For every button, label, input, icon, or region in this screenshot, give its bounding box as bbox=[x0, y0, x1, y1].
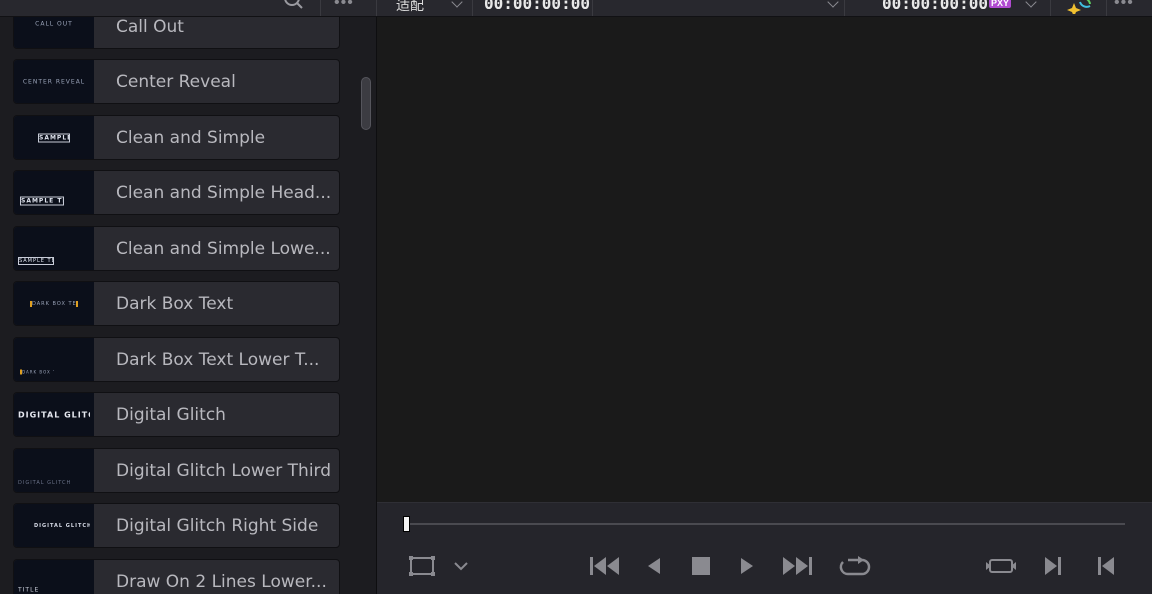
effect-thumbnail: DIGITAL GLITCH bbox=[14, 393, 94, 436]
effect-thumbnail: TITLE bbox=[14, 560, 94, 594]
color-section bbox=[1050, 0, 1107, 16]
play-icon[interactable] bbox=[732, 551, 762, 581]
toolbar-left-section bbox=[0, 0, 321, 16]
thumbnail-text: DIGITAL GLITCH bbox=[18, 479, 72, 486]
list-item[interactable]: DIGITAL GLITCH Digital Glitch Right Side bbox=[13, 503, 340, 548]
jump-to-start-icon[interactable] bbox=[588, 551, 622, 581]
effect-thumbnail: SAMPLE TEXT bbox=[14, 171, 94, 214]
list-item[interactable]: DIGITAL GLITCH Digital Glitch bbox=[13, 392, 340, 437]
viewer-canvas[interactable] bbox=[377, 17, 1152, 502]
proxy-dropdown[interactable] bbox=[976, 0, 1051, 16]
thumbnail-text: DARK BOX TEXT bbox=[20, 369, 54, 375]
fit-dropdown[interactable] bbox=[376, 0, 473, 16]
effect-label: Clean and Simple bbox=[116, 127, 266, 148]
next-edit-icon[interactable] bbox=[1038, 551, 1068, 581]
effect-label: Dark Box Text bbox=[116, 293, 234, 314]
scrubber-track[interactable] bbox=[406, 523, 1125, 525]
loop-icon[interactable] bbox=[838, 551, 872, 581]
list-item[interactable]: CENTER REVEAL Center Reveal bbox=[13, 59, 340, 104]
thumbnail-text: CENTER REVEAL bbox=[22, 78, 86, 85]
more-options-icon[interactable]: ••• bbox=[1114, 0, 1134, 12]
stop-icon[interactable] bbox=[686, 551, 716, 581]
effect-label: Draw On 2 Lines Lower... bbox=[116, 572, 327, 592]
match-frame-icon[interactable] bbox=[984, 551, 1018, 581]
effect-thumbnail: DIGITAL GLITCH bbox=[14, 504, 94, 547]
thumbnail-text: SAMPLE TEXT bbox=[18, 256, 54, 265]
list-item[interactable]: SAMPLE TEXT Clean and Simple bbox=[13, 115, 340, 160]
thumbnail-text: CALL OUT bbox=[35, 20, 73, 28]
jump-to-end-icon[interactable] bbox=[780, 551, 814, 581]
effect-label: Digital Glitch Lower Third bbox=[116, 460, 332, 481]
play-reverse-icon[interactable] bbox=[639, 551, 669, 581]
effect-thumbnail: SAMPLE TEXT bbox=[14, 116, 94, 159]
thumbnail-text: SAMPLE TEXT bbox=[38, 133, 70, 142]
viewer-toolbar: ••• 适配 00:00:00:00 00:00:00:00 PXY ••• bbox=[0, 0, 1152, 17]
effect-thumbnail: DIGITAL GLITCH bbox=[14, 449, 94, 492]
previous-edit-icon[interactable] bbox=[1091, 551, 1121, 581]
effect-label: Clean and Simple Lowe... bbox=[116, 238, 331, 259]
list-item[interactable]: TITLE Draw On 2 Lines Lower... bbox=[13, 559, 340, 594]
effects-library-panel: CALL OUT Call Out CENTER REVEAL Center R… bbox=[0, 17, 377, 594]
effect-thumbnail: CALL OUT bbox=[14, 17, 94, 48]
thumbnail-text: DARK BOX TEXT bbox=[30, 300, 78, 307]
thumbnail-text: TITLE bbox=[18, 586, 40, 594]
list-item[interactable]: SAMPLE TEXT Clean and Simple Lowe... bbox=[13, 226, 340, 271]
effect-thumbnail: CENTER REVEAL bbox=[14, 60, 94, 103]
effect-label: Center Reveal bbox=[116, 71, 236, 92]
effect-label: Digital Glitch bbox=[116, 404, 226, 425]
more-options-icon[interactable]: ••• bbox=[334, 0, 354, 12]
thumbnail-text: SAMPLE TEXT bbox=[20, 196, 64, 206]
chevron-down-icon[interactable] bbox=[446, 551, 476, 581]
effect-thumbnail: SAMPLE TEXT bbox=[14, 227, 94, 270]
list-item[interactable]: DIGITAL GLITCH Digital Glitch Lower Thir… bbox=[13, 448, 340, 493]
record-timecode: 00:00:00:00 bbox=[882, 0, 988, 13]
list-item[interactable]: SAMPLE TEXT Clean and Simple Head... bbox=[13, 170, 340, 215]
thumbnail-text: DIGITAL GLITCH bbox=[34, 522, 90, 529]
transport-controls bbox=[377, 502, 1152, 594]
effect-label: Clean and Simple Head... bbox=[116, 182, 332, 203]
effect-thumbnail: DARK BOX TEXT bbox=[14, 338, 94, 381]
effect-thumbnail: DARK BOX TEXT bbox=[14, 282, 94, 325]
timecode-section bbox=[472, 0, 593, 16]
scrollbar-thumb[interactable] bbox=[361, 77, 371, 130]
search-icon[interactable] bbox=[282, 0, 304, 15]
list-item[interactable]: CALL OUT Call Out bbox=[13, 17, 340, 49]
list-item[interactable]: DARK BOX TEXT Dark Box Text bbox=[13, 281, 340, 326]
clip-dropdown[interactable] bbox=[592, 0, 845, 16]
effect-label: Dark Box Text Lower T... bbox=[116, 349, 320, 370]
thumbnail-text: DIGITAL GLITCH bbox=[18, 410, 90, 419]
effect-label: Call Out bbox=[116, 17, 184, 37]
list-item[interactable]: DARK BOX TEXT Dark Box Text Lower T... bbox=[13, 337, 340, 382]
transform-icon[interactable] bbox=[407, 551, 437, 581]
playhead-handle[interactable] bbox=[403, 516, 410, 532]
effect-label: Digital Glitch Right Side bbox=[116, 515, 319, 536]
